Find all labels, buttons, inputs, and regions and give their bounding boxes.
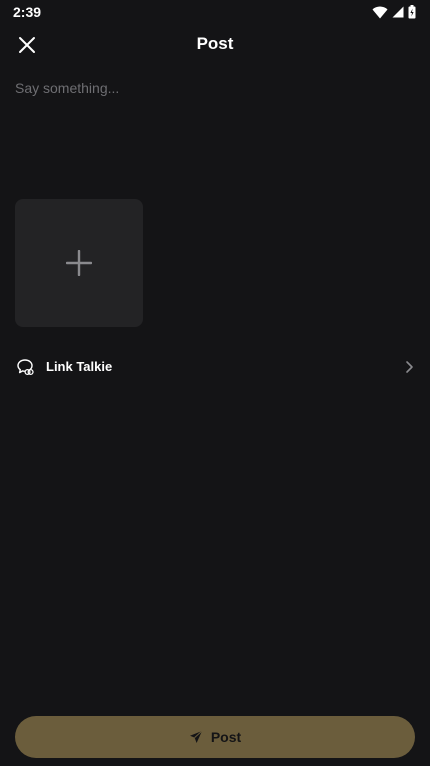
talkie-bubble-icon	[17, 359, 34, 376]
link-talkie-label: Link Talkie	[46, 359, 113, 374]
add-media-button[interactable]	[15, 199, 143, 327]
wifi-icon	[372, 6, 388, 19]
header: Post	[0, 26, 430, 62]
battery-icon	[408, 5, 416, 19]
page-title: Post	[196, 34, 234, 53]
plus-icon	[66, 250, 92, 276]
status-time: 2:39	[13, 4, 42, 20]
post-button[interactable]: Post	[15, 716, 415, 758]
link-talkie-row[interactable]: Link Talkie	[0, 350, 430, 384]
chevron-right-icon	[406, 361, 413, 373]
send-icon	[189, 730, 203, 743]
post-composer-screen: 2:39 Post Say something... Link Talkie P…	[0, 0, 430, 766]
status-icons	[372, 4, 416, 20]
cell-signal-icon	[392, 6, 404, 18]
compose-text-input[interactable]	[15, 76, 415, 180]
post-button-label: Post	[210, 729, 242, 745]
status-bar: 2:39	[0, 0, 430, 26]
